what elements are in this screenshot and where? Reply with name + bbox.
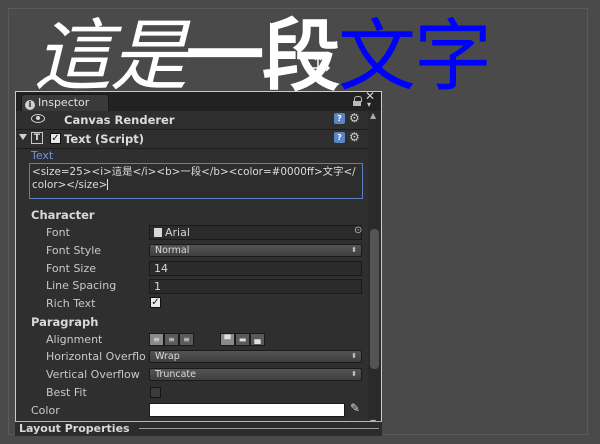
font-asset-icon [154,228,162,237]
gear-icon[interactable]: ⚙ [349,111,360,125]
canvas-renderer-header[interactable]: Canvas Renderer ? ⚙ [16,111,368,130]
character-section-label: Character [31,208,95,222]
best-fit-checkbox[interactable] [150,387,161,398]
inspector-scrollbar[interactable]: ▲ ▼ [368,111,381,429]
horizontal-overflow-dropdown[interactable]: Wrap ⬍ [149,350,362,363]
font-style-value: Normal [155,245,190,256]
help-icon[interactable]: ? [334,113,345,124]
layout-properties-label: Layout Properties [19,422,130,435]
font-field[interactable]: Arial [149,225,362,240]
paragraph-section-label: Paragraph [31,315,99,329]
font-value: Arial [165,226,190,239]
help-icon[interactable]: ? [334,132,345,143]
info-icon: i [25,100,35,110]
text-field-label: Text [31,149,54,162]
text-input-value: <size=25><i>這是</i><b>一段</b><color=#0000f… [32,166,356,191]
text-script-header[interactable]: T ✓ Text (Script) ? ⚙ [16,130,368,149]
align-top-button[interactable]: ▀ [220,333,235,346]
tab-inspector[interactable]: i Inspector [21,94,109,111]
inspector-content: Canvas Renderer ? ⚙ T ✓ Text (Script) ? … [16,111,368,429]
text-caret [107,179,109,190]
move-gizmo-icon[interactable] [305,55,331,81]
font-size-label: Font Size [46,262,97,275]
align-left-button[interactable]: ≡ [149,333,164,346]
lock-body [353,101,361,106]
font-label: Font [46,226,70,239]
scroll-up-icon[interactable]: ▲ [370,111,376,120]
gear-icon[interactable]: ⚙ [349,130,360,144]
layout-properties-bar[interactable]: Layout Properties [15,421,382,436]
font-style-label: Font Style [46,244,102,257]
scene-italic-text: 這是 [34,12,188,102]
text-script-title: Text (Script) [64,132,144,146]
splitter-line [139,428,379,429]
text-component-icon: T [31,132,43,144]
line-spacing-field[interactable]: 1 [149,279,362,294]
alignment-label: Alignment [46,333,103,346]
object-picker-icon[interactable]: ⊙ [354,225,362,236]
scene-blue-text: 文字 [338,12,492,102]
color-label: Color [31,404,60,417]
eyedropper-icon[interactable]: ✎ [350,401,360,415]
font-size-field[interactable]: 14 [149,261,362,276]
horizontal-overflow-label: Horizontal Overflo [46,350,146,363]
align-center-button[interactable]: ≡ [164,333,179,346]
best-fit-label: Best Fit [46,386,87,399]
horizontal-alignment-group: ≡ ≡ ≡ [149,333,194,347]
align-middle-button[interactable]: ▬ [235,333,250,346]
scroll-thumb[interactable] [370,229,379,369]
inspector-window: i Inspector ✕ ▾ Canvas Renderer ? ⚙ T ✓ T… [15,89,382,436]
dropdown-arrow-icon: ⬍ [351,352,357,360]
dropdown-arrow-icon: ⬍ [351,370,357,378]
lock-icon[interactable] [352,95,362,107]
vertical-overflow-dropdown[interactable]: Truncate ⬍ [149,368,362,381]
vertical-alignment-group: ▀ ▬ ▄ [220,333,265,347]
inspector-tabbar: i Inspector ✕ ▾ [16,89,381,111]
foldout-arrow-icon[interactable] [19,134,27,140]
align-bottom-button[interactable]: ▄ [250,333,265,346]
canvas-renderer-title: Canvas Renderer [64,113,175,127]
text-input[interactable]: <size=25><i>這是</i><b>一段</b><color=#0000f… [29,163,363,199]
rich-text-checkbox[interactable]: ✓ [150,297,161,308]
enabled-checkbox[interactable]: ✓ [50,133,61,144]
line-spacing-value: 1 [154,280,161,293]
horizontal-overflow-value: Wrap [155,351,180,362]
vertical-overflow-value: Truncate [155,369,196,380]
eye-icon [31,114,45,123]
window-buttons: ✕ ▾ [352,89,378,110]
tab-inspector-label: Inspector [38,96,90,109]
dropdown-arrow-icon: ⬍ [351,246,357,254]
rich-text-label: Rich Text [46,297,96,310]
align-right-button[interactable]: ≡ [179,333,194,346]
vertical-overflow-label: Vertical Overflow [46,368,140,381]
font-style-dropdown[interactable]: Normal ⬍ [149,244,362,257]
menu-icon[interactable]: ▾ [367,100,371,109]
color-field[interactable] [149,403,345,417]
line-spacing-label: Line Spacing [46,279,117,292]
font-size-value: 14 [154,262,168,275]
